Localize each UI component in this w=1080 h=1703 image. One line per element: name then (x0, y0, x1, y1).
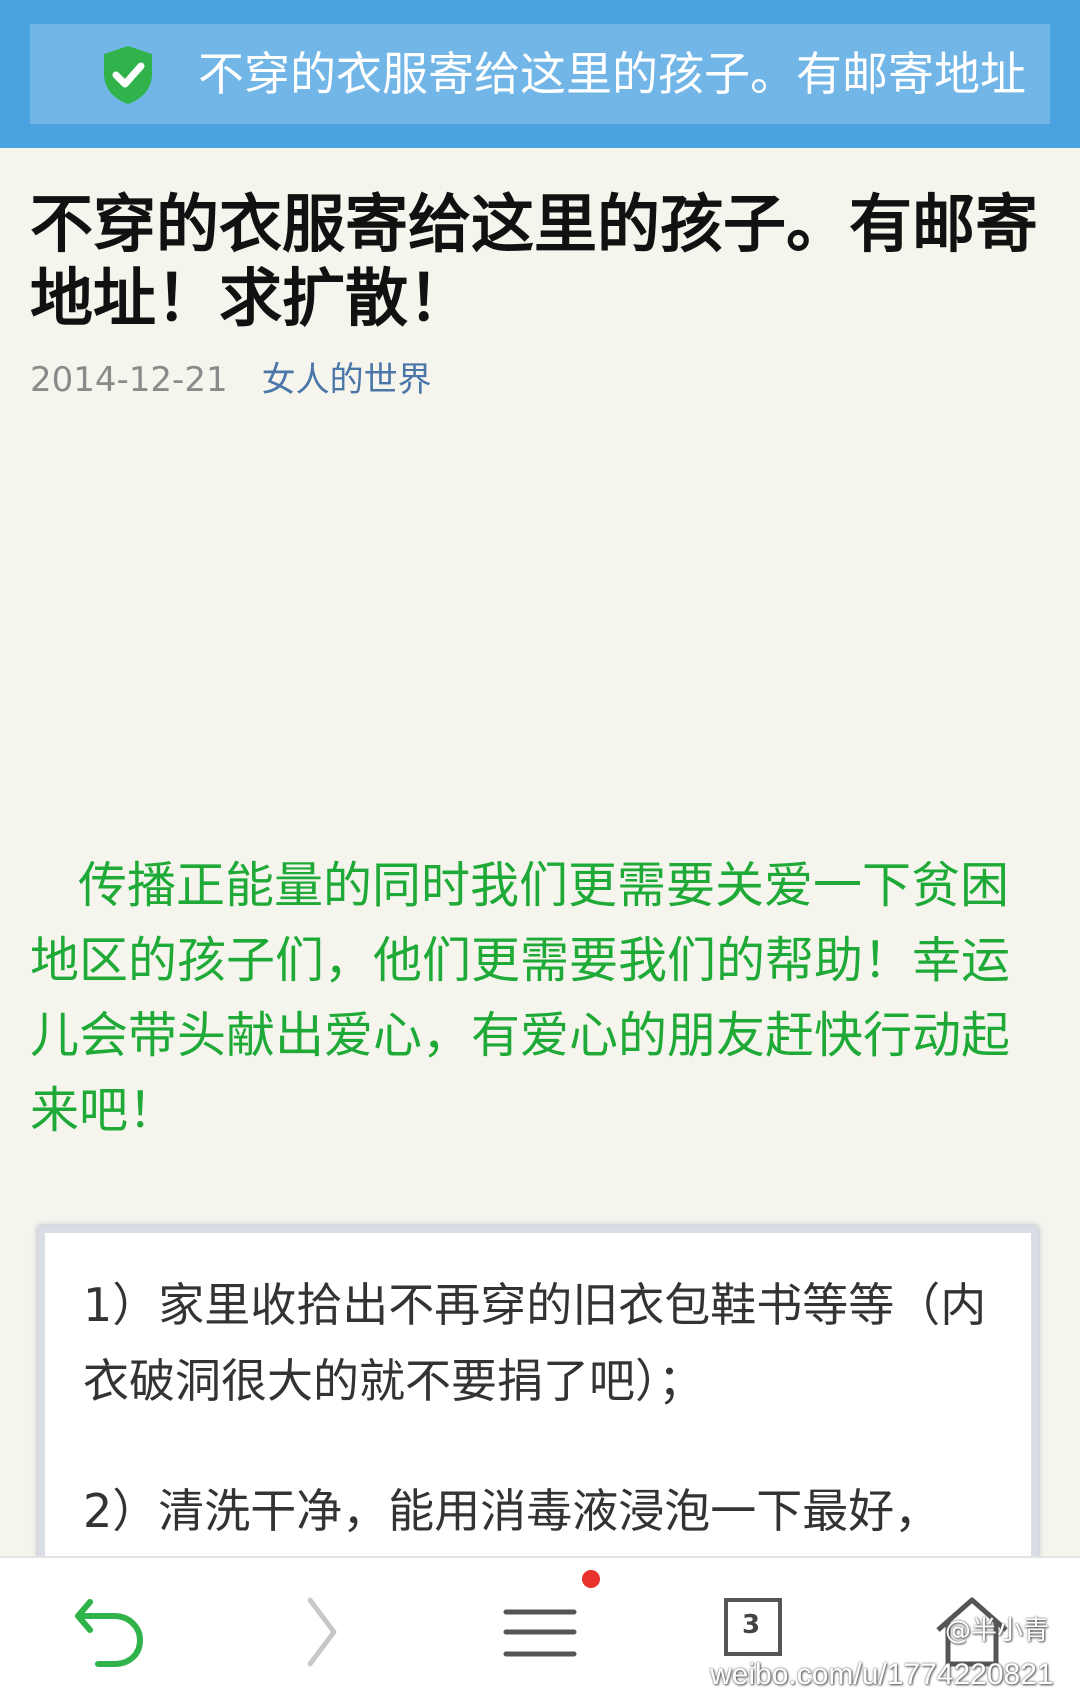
article-meta: 2014-12-21 女人的世界 (30, 358, 432, 402)
steps-card: 1）家里收拾出不再穿的旧衣包鞋书等等（内衣破洞很大的就不要捐了吧）； 2）清洗干… (38, 1226, 1038, 1556)
browser-toolbar: 不穿的衣服寄给这里的孩子。有邮寄地址 (0, 0, 1080, 148)
article-source-link[interactable]: 女人的世界 (262, 360, 432, 400)
address-bar[interactable]: 不穿的衣服寄给这里的孩子。有邮寄地址 (30, 24, 1050, 124)
article-date: 2014-12-21 (30, 360, 228, 400)
forward-icon (307, 1597, 337, 1667)
forward-button[interactable] (272, 1582, 372, 1682)
watermark-url: weibo.com/u/1774220821 (710, 1658, 1054, 1691)
back-icon (75, 1599, 144, 1667)
tab-count: 3 (741, 1610, 761, 1640)
step-1: 1）家里收拾出不再穿的旧衣包鞋书等等（内衣破洞很大的就不要捐了吧）； (83, 1278, 987, 1408)
page-url-title[interactable]: 不穿的衣服寄给这里的孩子。有邮寄地址 (198, 46, 1040, 102)
shield-check-icon (104, 46, 152, 104)
watermark-user: @半小青 (945, 1616, 1050, 1646)
back-button[interactable] (58, 1582, 158, 1682)
menu-icon (503, 1609, 577, 1657)
menu-button[interactable] (490, 1582, 590, 1682)
notification-dot (582, 1570, 600, 1588)
tabs-button[interactable]: 3 (724, 1598, 782, 1656)
article-content: 不穿的衣服寄给这里的孩子。有邮寄地址！求扩散！ 2014-12-21 女人的世界 … (0, 148, 1080, 1556)
step-2: 2）清洗干净，能用消毒液浸泡一下最好， (83, 1484, 941, 1538)
article-title: 不穿的衣服寄给这里的孩子。有邮寄地址！求扩散！ (30, 188, 1038, 335)
green-paragraph: 传播正能量的同时我们更需要关爱一下贫困地区的孩子们，他们更需要我们的帮助！幸运儿… (30, 857, 1011, 1139)
